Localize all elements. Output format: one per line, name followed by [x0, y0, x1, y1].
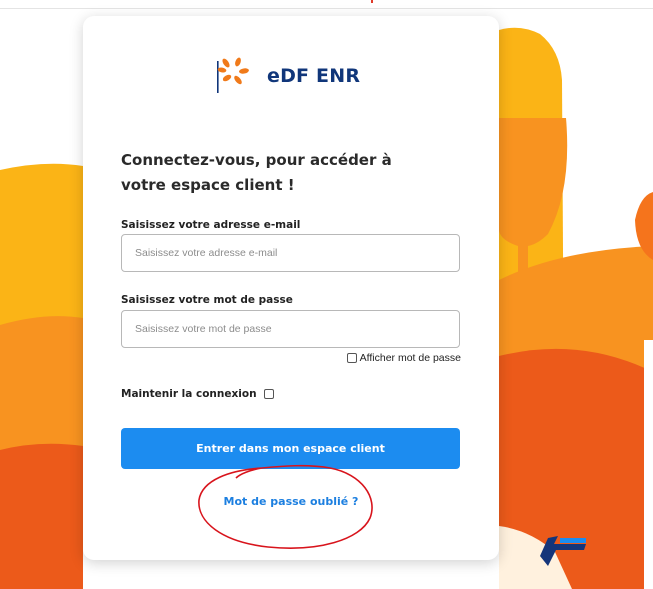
brand-logo-text: eDF ENR — [267, 65, 361, 87]
brand-logo: eDF ENR — [216, 53, 376, 105]
submit-button[interactable]: Entrer dans mon espace client — [121, 428, 460, 469]
page-title: Connectez-vous, pour accéder à votre esp… — [121, 151, 392, 194]
edf-sun-icon — [217, 57, 249, 93]
remember-me-label: Maintenir la connexion — [121, 388, 257, 400]
email-label: Saisissez votre adresse e-mail — [121, 219, 301, 231]
password-input[interactable] — [121, 310, 460, 348]
bg-right-white-post — [644, 340, 653, 589]
remember-me-checkbox[interactable] — [263, 389, 274, 399]
password-label: Saisissez votre mot de passe — [121, 294, 293, 306]
show-password-toggle[interactable]: Afficher mot de passe — [346, 352, 461, 364]
show-password-checkbox[interactable] — [346, 353, 357, 363]
email-input[interactable] — [121, 234, 460, 272]
remember-me-toggle[interactable]: Maintenir la connexion — [121, 388, 274, 400]
forgot-password-link[interactable]: Mot de passe oublié ? — [83, 495, 499, 508]
login-card: eDF ENR Connectez-vous, pour accéder à v… — [83, 16, 499, 560]
show-password-label: Afficher mot de passe — [359, 352, 461, 364]
bg-right-figure-blue — [560, 538, 586, 543]
bg-left-red — [0, 443, 83, 589]
